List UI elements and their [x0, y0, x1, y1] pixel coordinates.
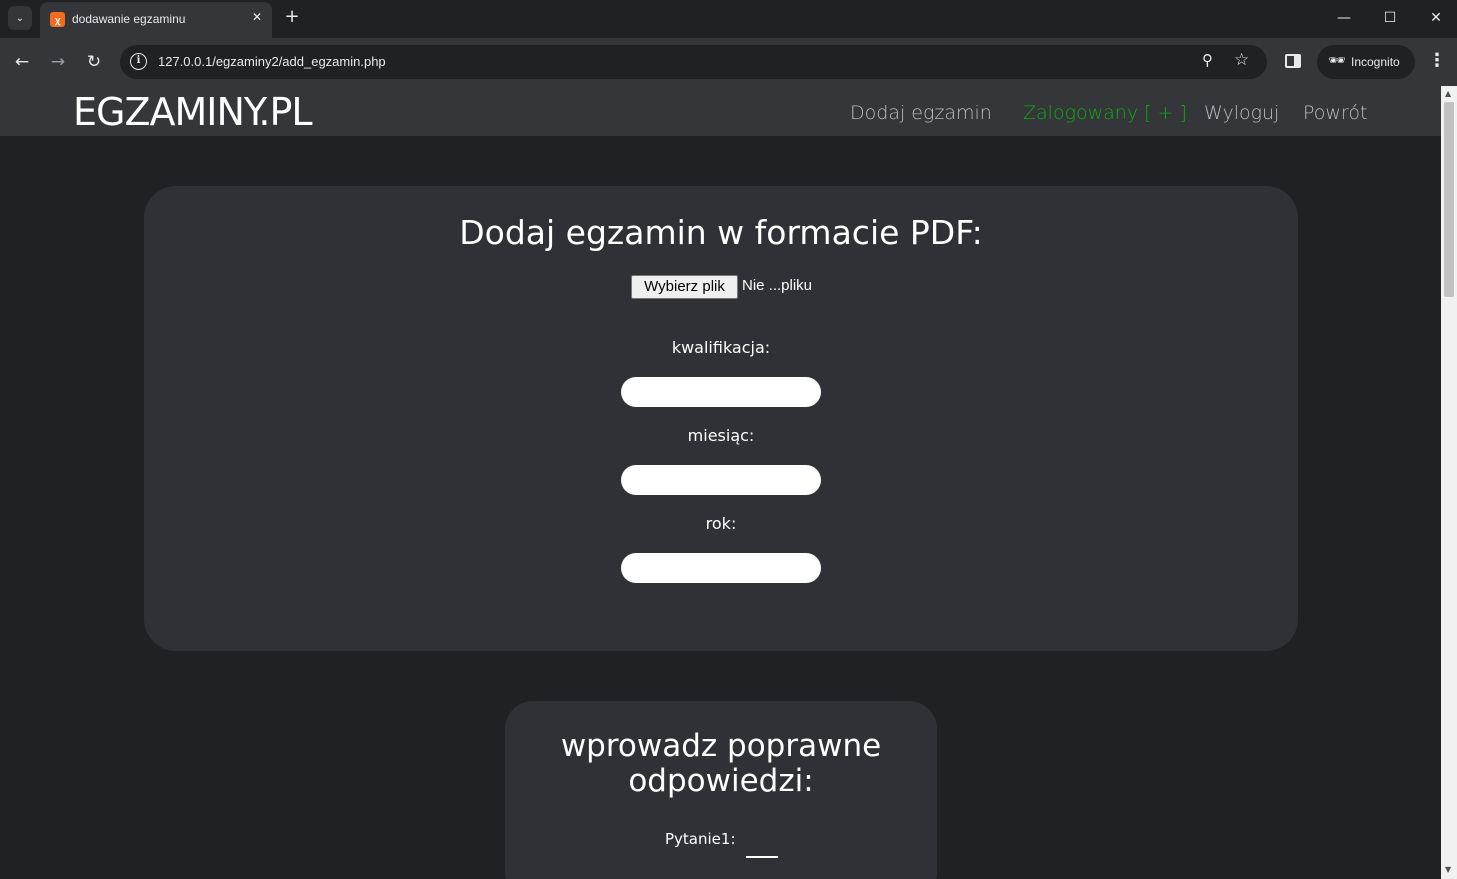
reload-button[interactable]: ↻ — [82, 50, 106, 74]
arrow-left-icon: ← — [14, 52, 30, 72]
maximize-icon: ☐ — [1383, 10, 1397, 26]
back-button[interactable]: ← — [10, 50, 34, 74]
incognito-badge[interactable]: 🕶 Incognito — [1317, 45, 1415, 79]
year-label: rok: — [705, 514, 737, 533]
incognito-icon: 🕶 — [1328, 53, 1346, 69]
page-viewport: EGZAMINY.PL Dodaj egzamin Zalogowany [ +… — [0, 86, 1441, 879]
url-text[interactable]: 127.0.0.1/egzaminy2/add_egzamin.php — [158, 54, 386, 69]
address-bar[interactable]: i 127.0.0.1/egzaminy2/add_egzamin.php ⚲ … — [120, 45, 1267, 79]
upload-card: Dodaj egzamin w formacie PDF: Wybierz pl… — [144, 186, 1298, 651]
new-tab-button[interactable]: + — [282, 8, 302, 28]
chevron-down-icon: ⌄ — [15, 12, 25, 24]
browser-toolbar: ← → ↻ i 127.0.0.1/egzaminy2/add_egzamin.… — [0, 38, 1457, 86]
minimize-button[interactable]: — — [1332, 8, 1356, 30]
nav-back-link[interactable]: Powrót — [1303, 102, 1367, 124]
arrow-right-icon: → — [50, 52, 66, 72]
month-input[interactable] — [621, 465, 821, 495]
zoom-icon[interactable]: ⚲ — [1202, 51, 1213, 69]
site-logo[interactable]: EGZAMINY.PL — [73, 90, 313, 134]
info-icon[interactable]: i — [130, 53, 147, 70]
browser-tab[interactable]: ꭓ dodawanie egzaminu ✕ — [40, 2, 272, 38]
close-icon: ✕ — [1430, 10, 1442, 26]
side-panel-icon[interactable] — [1285, 54, 1301, 68]
year-input[interactable] — [621, 553, 821, 583]
answers-card: wprowadz poprawne odpowiedzi: Pytanie1: — [505, 701, 937, 879]
bookmark-star-icon[interactable]: ☆ — [1234, 50, 1249, 70]
nav-logout-link[interactable]: Wyloguj — [1204, 102, 1279, 124]
file-status-text: Nie ...pliku — [742, 277, 813, 294]
qualification-input[interactable] — [621, 377, 821, 407]
answers-title: wprowadz poprawne odpowiedzi: — [560, 728, 882, 799]
xampp-favicon-icon: ꭓ — [50, 12, 65, 27]
scroll-up-icon[interactable]: ▲ — [1445, 89, 1451, 98]
upload-title: Dodaj egzamin w formacie PDF: — [459, 213, 983, 252]
incognito-label: Incognito — [1351, 55, 1400, 69]
forward-button[interactable]: → — [46, 50, 70, 74]
minimize-icon: — — [1337, 10, 1351, 26]
maximize-button[interactable]: ☐ — [1378, 8, 1402, 30]
close-window-button[interactable]: ✕ — [1424, 8, 1448, 30]
scroll-down-icon[interactable]: ▼ — [1445, 865, 1451, 874]
question-label: Pytanie1: — [665, 830, 736, 848]
plus-icon: + — [284, 6, 300, 27]
choose-file-button[interactable]: Wybierz plik — [631, 275, 738, 299]
month-label: miesiąc: — [687, 426, 755, 445]
reload-icon: ↻ — [86, 52, 102, 72]
kebab-menu-icon[interactable]: ⋮ — [1428, 50, 1446, 71]
nav-add-exam-link[interactable]: Dodaj egzamin — [850, 102, 992, 124]
tab-strip: ⌄ ꭓ dodawanie egzaminu ✕ + — ☐ ✕ — [0, 0, 1457, 38]
site-header: EGZAMINY.PL Dodaj egzamin Zalogowany [ +… — [0, 86, 1441, 136]
close-icon[interactable]: ✕ — [252, 10, 262, 24]
page-scrollbar[interactable]: ▲ ▼ — [1441, 86, 1457, 879]
nav-logged-in-link[interactable]: Zalogowany [ + ] — [1023, 102, 1187, 124]
question-answer-input[interactable] — [746, 856, 778, 858]
scrollbar-thumb[interactable] — [1444, 102, 1454, 297]
qualification-label: kwalifikacja: — [671, 338, 771, 357]
tab-title: dodawanie egzaminu — [72, 12, 186, 26]
tab-search-button[interactable]: ⌄ — [8, 6, 32, 30]
